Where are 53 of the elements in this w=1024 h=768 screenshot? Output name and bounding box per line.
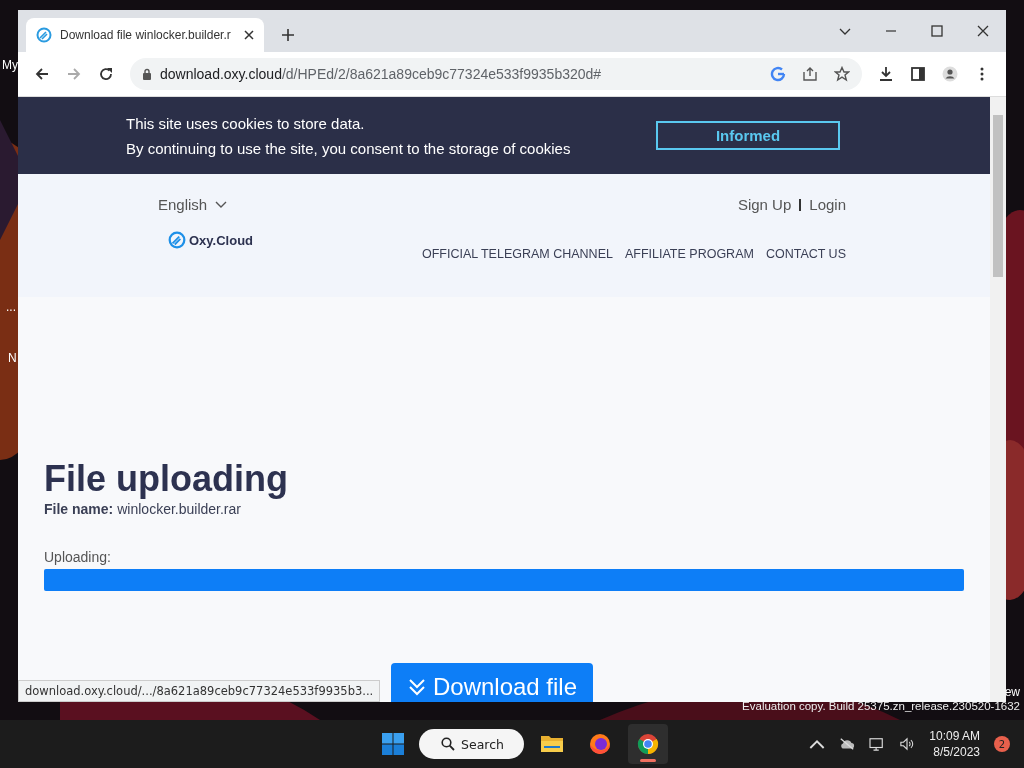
back-arrow-icon[interactable] bbox=[34, 66, 50, 82]
lock-icon bbox=[142, 68, 152, 80]
site-logo-text[interactable]: Oxy.Cloud bbox=[189, 232, 254, 248]
progress-label: Uploading: bbox=[44, 549, 112, 565]
language-selector[interactable]: English bbox=[158, 196, 228, 213]
profile-icon[interactable] bbox=[942, 66, 958, 82]
close-icon[interactable] bbox=[244, 30, 254, 40]
address-bar[interactable]: download.oxy.cloud/d/HPEd/2/8a621a89ceb9c77324e533f9935b320d# bbox=[130, 58, 862, 90]
cookie-notice-text: This site uses cookies to store data. bbox=[126, 114, 366, 132]
reload-icon[interactable] bbox=[98, 66, 114, 82]
clock-date[interactable]: 8/5/2023 bbox=[933, 745, 980, 759]
new-tab-icon[interactable] bbox=[282, 29, 294, 41]
fox-globe-icon bbox=[587, 732, 612, 756]
chevron-down-icon bbox=[215, 200, 228, 209]
clock-time[interactable]: 10:09 AM bbox=[929, 729, 980, 743]
status-link-preview: download.oxy.cloud/.../8a621a89ceb9c77324e533f9935b3... bbox=[18, 680, 381, 702]
nav-link[interactable]: CONTACT US bbox=[765, 247, 846, 261]
cloud-off-icon[interactable] bbox=[839, 737, 856, 751]
tab-title: Download file winlocker.builder.r bbox=[60, 28, 232, 42]
download-icon[interactable] bbox=[878, 66, 894, 82]
share-icon[interactable] bbox=[802, 66, 818, 82]
side-panel-icon[interactable] bbox=[910, 66, 926, 82]
windows-start-icon[interactable] bbox=[381, 732, 405, 756]
nav-link[interactable]: AFFILIATE PROGRAM bbox=[624, 247, 754, 261]
auth-link[interactable]: Sign Up bbox=[737, 196, 792, 213]
maximize-icon[interactable] bbox=[931, 25, 943, 37]
desktop-icon-label[interactable]: N bbox=[8, 351, 17, 365]
page-title: File uploading bbox=[44, 457, 289, 501]
double-chevron-down-icon bbox=[406, 677, 427, 697]
nav-link[interactable]: OFFICIAL TELEGRAM CHANNEL bbox=[421, 247, 613, 261]
desktop-icon-label[interactable]: My bbox=[2, 58, 18, 72]
monitor-icon[interactable] bbox=[869, 737, 886, 751]
taskbar-app[interactable] bbox=[627, 724, 668, 764]
cookie-notice-text: By continuing to use the site, you consent to the storage of cookies bbox=[126, 139, 571, 157]
star-icon[interactable] bbox=[834, 66, 850, 82]
speaker-icon[interactable] bbox=[899, 737, 916, 751]
cloud-logo-icon bbox=[168, 231, 186, 249]
chrome-icon bbox=[635, 732, 660, 756]
evaluation-watermark: Evaluation copy. Build 25375.zn_release.230520-1632 bbox=[742, 700, 1020, 712]
taskbar-search[interactable]: Search bbox=[419, 729, 524, 759]
notification-badge[interactable]: 2 bbox=[994, 736, 1010, 752]
auth-link[interactable]: Login bbox=[809, 196, 846, 213]
cloud-logo-icon bbox=[36, 27, 52, 43]
browser-tab[interactable]: Download file winlocker.builder.r bbox=[26, 18, 264, 52]
informed-button[interactable]: Informed bbox=[656, 121, 840, 150]
file-name-label: File name: bbox=[44, 501, 114, 517]
desktop-icon-label[interactable]: ... bbox=[6, 300, 16, 314]
download-file-button[interactable]: Download file bbox=[390, 663, 594, 702]
close-icon[interactable] bbox=[977, 25, 989, 37]
g-logo-icon[interactable] bbox=[770, 66, 786, 82]
scrollbar[interactable] bbox=[990, 97, 1006, 702]
file-name-value: winlocker.builder.rar bbox=[117, 501, 241, 517]
search-icon bbox=[441, 737, 455, 751]
